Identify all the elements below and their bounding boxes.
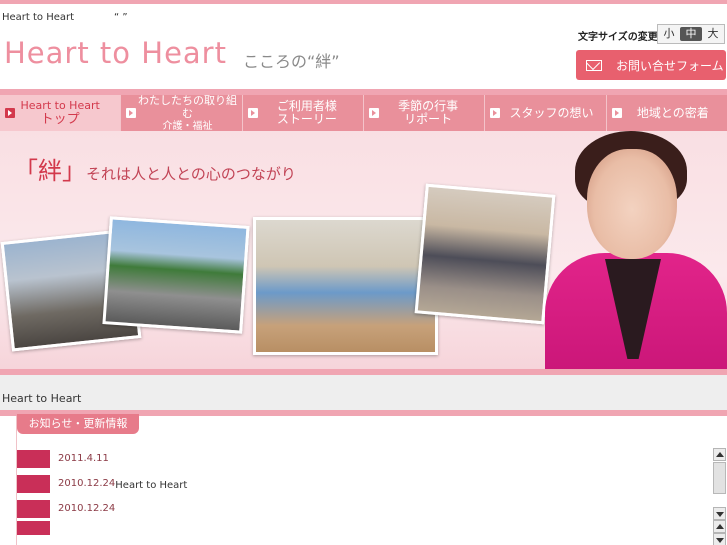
nav-item-sublabel: トップ — [40, 112, 80, 127]
news-title: Heart to Heart — [115, 476, 287, 491]
arrow-right-icon — [126, 108, 137, 118]
news-category-badge[interactable] — [17, 499, 50, 518]
portrait-face — [587, 149, 677, 259]
main-navigation: Heart to Heart トップ わたしたちの取り組む 介護・福祉 ご利用者… — [0, 93, 727, 132]
news-title — [115, 501, 348, 516]
arrow-right-icon — [611, 108, 622, 118]
news-scrollbar[interactable] — [713, 448, 727, 545]
news-category-badge[interactable] — [17, 521, 50, 535]
news-link[interactable] — [119, 455, 272, 466]
site-logo[interactable]: Heart to Heart — [4, 36, 227, 70]
nav-item-staff[interactable]: スタッフの想い — [485, 95, 607, 131]
breadcrumb: Heart to Heart — [2, 392, 93, 405]
nav-item-label: 地域との密着 — [636, 105, 709, 120]
nav-item-label: わたしたちの取り組む — [137, 93, 237, 120]
arrow-right-icon — [247, 108, 258, 118]
hero-banner: 「絆」それは人と人との心のつながり — [0, 131, 727, 371]
news-link[interactable] — [115, 505, 248, 516]
site-tagline: Heart to Heart “ ” — [2, 12, 351, 23]
news-category-badge[interactable] — [17, 474, 50, 493]
nav-item-label: スタッフの想い — [509, 105, 594, 120]
hero-portrait — [545, 131, 727, 371]
nav-item-top[interactable]: Heart to Heart トップ — [0, 95, 122, 131]
nav-item-label: Heart to Heart — [20, 99, 100, 112]
nav-item-events[interactable]: 季節の行事 リポート — [364, 95, 486, 131]
arrow-right-icon — [5, 108, 15, 118]
news-link[interactable]: Heart to Heart — [115, 480, 187, 491]
logo-subtitle: こころの“絆” — [243, 52, 340, 71]
nav-item-sublabel: リポート — [404, 112, 453, 126]
news-row: 2011.4.11 — [17, 446, 707, 471]
news-row: 2010.12.24 Heart to Heart — [17, 471, 707, 496]
news-date: 2010.12.24 — [58, 478, 116, 489]
nav-item-care[interactable]: わたしたちの取り組む 介護・福祉 — [121, 93, 243, 132]
scroll-up-icon[interactable] — [713, 520, 726, 533]
hero-photo-children-group — [253, 217, 438, 355]
news-category-badge[interactable] — [17, 449, 50, 468]
nav-item-sublabel: ストーリー — [276, 112, 337, 126]
news-row: 2010.12.24 — [17, 496, 707, 521]
font-size-small-button[interactable]: 小 — [658, 25, 680, 43]
hero-photo-children-classroom — [414, 183, 556, 325]
scroll-down-icon[interactable] — [713, 533, 726, 545]
contact-form-label: お問い合せフォーム — [616, 58, 724, 73]
news-title-rest — [248, 505, 348, 516]
top-accent-bar — [0, 0, 727, 4]
font-size-large-button[interactable]: 大 — [702, 25, 724, 43]
scroll-down-icon[interactable] — [713, 507, 726, 520]
scroll-up-icon[interactable] — [713, 448, 726, 461]
news-title-rest — [272, 455, 412, 466]
contact-form-button[interactable]: お問い合せフォーム — [576, 50, 726, 80]
news-row — [17, 521, 707, 535]
news-title — [119, 451, 412, 466]
news-title-rest — [187, 480, 287, 491]
arrow-right-icon — [368, 108, 379, 118]
nav-item-stories[interactable]: ご利用者様 ストーリー — [243, 95, 364, 131]
mail-icon — [586, 59, 602, 71]
hero-photo-outdoor-event — [102, 216, 250, 334]
font-size-switcher: 小 中 大 — [657, 24, 725, 44]
news-tab: お知らせ・更新情報 — [17, 414, 139, 434]
hero-title-kanji: 「絆」 — [14, 157, 86, 185]
font-size-label: 文字サイズの変更 — [578, 32, 658, 43]
hero-title-rest: それは人と人との心のつながり — [86, 165, 296, 183]
nav-item-community[interactable]: 地域との密着 — [607, 95, 727, 131]
news-list: 2011.4.11 2010.12.24 Heart to Heart 2010… — [17, 446, 707, 535]
font-size-medium-button[interactable]: 中 — [680, 27, 702, 41]
hero-title: 「絆」それは人と人との心のつながり — [14, 151, 296, 186]
news-date: 2011.4.11 — [58, 453, 109, 464]
breadcrumb-bar: Heart to Heart — [0, 375, 727, 411]
arrow-right-icon — [490, 108, 501, 118]
scroll-thumb[interactable] — [713, 462, 726, 494]
news-date: 2010.12.24 — [58, 503, 116, 514]
